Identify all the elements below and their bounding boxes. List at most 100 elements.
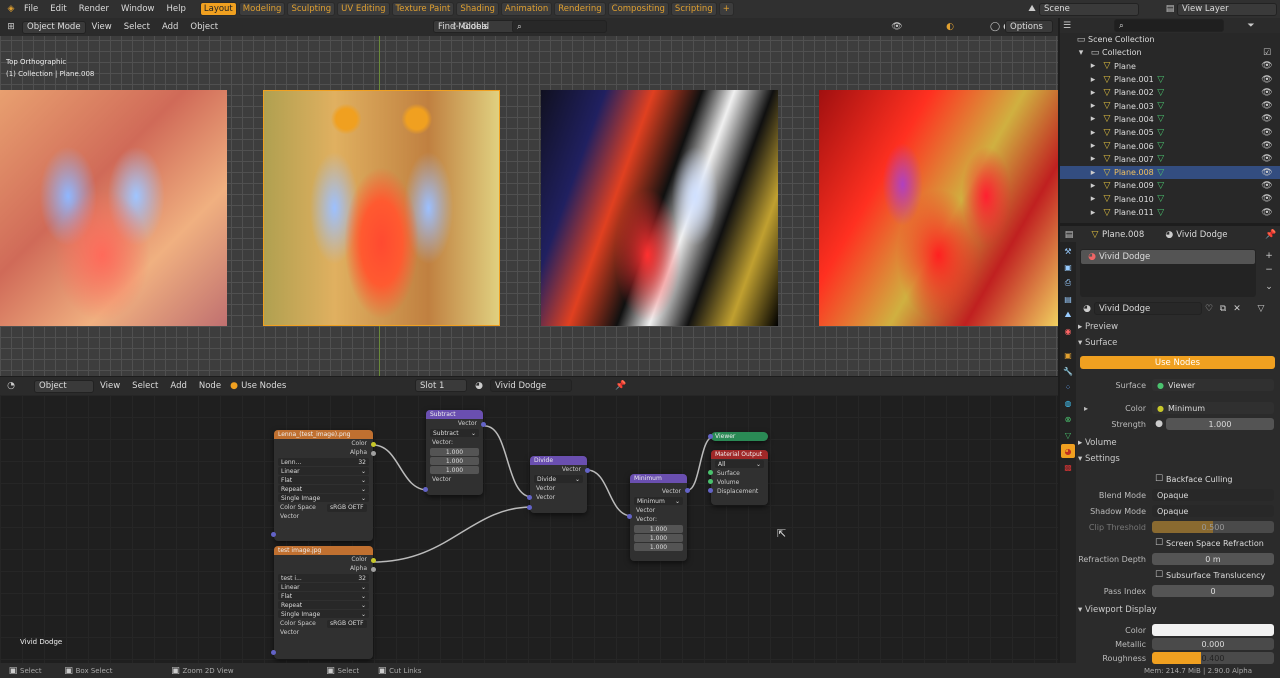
vector-math-minimum-node[interactable]: Minimum Vector Minimum ⌄ Vector Vector: 1… [627, 474, 690, 561]
image-texture-node-test[interactable]: test image.jpg Color Alpha test i... 32 L… [271, 546, 376, 659]
material-browse-icon[interactable]: ◕ [472, 379, 486, 393]
unlink-icon[interactable]: ✕ [1230, 302, 1244, 316]
tab-texture-paint[interactable]: Texture Paint [391, 2, 455, 16]
metallic-slider[interactable]: 0.000 [1152, 638, 1274, 650]
viewport-color-swatch[interactable] [1152, 624, 1274, 636]
add-workspace-button[interactable]: + [718, 2, 734, 16]
node-menu-add[interactable]: Add [164, 381, 192, 391]
blend-mode-dropdown[interactable]: Opaque [1152, 489, 1274, 501]
overlay-icon[interactable]: ◐ [943, 20, 957, 34]
output-tab-icon[interactable]: ⎙ [1061, 276, 1075, 290]
plane-image-2[interactable] [263, 90, 500, 326]
menu-help[interactable]: Help [160, 4, 191, 14]
clip-threshold-slider[interactable]: 0.500 [1152, 521, 1274, 533]
color-space-dropdown[interactable]: sRGB OETF [327, 503, 367, 512]
expand-arrow-icon[interactable]: ▸ [1086, 206, 1100, 220]
node-menu-view[interactable]: View [94, 381, 126, 391]
vector-input-socket[interactable] [271, 532, 276, 537]
material-datablock-field[interactable]: Vivid Dodge [1094, 302, 1202, 315]
render-tab-icon[interactable]: ▣ [1061, 260, 1075, 274]
tab-uv-editing[interactable]: UV Editing [337, 2, 390, 16]
menu-file[interactable]: File [18, 4, 44, 14]
vector-input-socket[interactable] [423, 487, 428, 492]
tab-animation[interactable]: Animation [500, 2, 553, 16]
source-dropdown[interactable]: Single Image ⌄ [278, 610, 369, 618]
pass-index-field[interactable]: 0 [1152, 585, 1274, 597]
modifier-tab-icon[interactable]: 🔧 [1061, 364, 1075, 378]
outliner-collection[interactable]: ▾ ▭ Collection ☑ [1060, 46, 1280, 59]
eye-icon[interactable]: 👁 [1260, 192, 1274, 206]
transform-orientation[interactable]: ⊹ Global [448, 20, 489, 34]
link-dropdown-icon[interactable]: ▽ [1254, 302, 1268, 316]
vector-math-divide-node[interactable]: Divide Vector Divide ⌄ Vector Vector [527, 456, 590, 513]
color-output-socket[interactable] [371, 558, 376, 563]
projection-dropdown[interactable]: Flat ⌄ [278, 592, 369, 600]
node-object-selector[interactable]: Object [34, 379, 94, 393]
outliner-item[interactable]: ▸ ▽ Plane.004 ▽ 👁 [1060, 113, 1280, 126]
vector-z-field[interactable]: 1.000 [430, 466, 479, 474]
slot-menu-icon[interactable]: ⌄ [1262, 280, 1276, 294]
tab-modeling[interactable]: Modeling [238, 2, 286, 16]
volume-panel-header[interactable]: ▸ Volume [1078, 438, 1117, 448]
image-datablock[interactable]: test i... 32 [278, 574, 369, 582]
outliner-item[interactable]: ▸ ▽ Plane.011 ▽ 👁 [1060, 206, 1280, 219]
expand-arrow-icon[interactable]: ▸ [1086, 166, 1100, 180]
expand-arrow-icon[interactable]: ▸ [1086, 73, 1100, 87]
menu-edit[interactable]: Edit [44, 4, 72, 14]
operation-dropdown[interactable]: Minimum ⌄ [634, 497, 683, 505]
eye-icon[interactable]: 👁 [1260, 73, 1274, 87]
vector-output-socket[interactable] [481, 422, 486, 427]
tab-layout[interactable]: Layout [199, 2, 237, 16]
eye-icon[interactable]: 👁 [1260, 139, 1274, 153]
node-canvas[interactable]: Lenna_(test_image).png Color Alpha Lenn.… [0, 395, 1058, 663]
vector-input-socket-1[interactable] [527, 495, 532, 500]
preview-panel-header[interactable]: ▸ Preview [1078, 322, 1118, 332]
material-slot-list[interactable]: ◕ Vivid Dodge [1080, 249, 1256, 297]
duplicate-icon[interactable]: ⧉ [1216, 302, 1230, 316]
eye-icon[interactable]: 👁 [1260, 59, 1274, 73]
vector-x-field[interactable]: 1.000 [634, 525, 683, 533]
extension-dropdown[interactable]: Repeat ⌄ [278, 485, 369, 493]
vector-input-socket[interactable] [627, 514, 632, 519]
expand-arrow-icon[interactable]: ▸ [1084, 404, 1088, 413]
expand-arrow-icon[interactable]: ▸ [1086, 139, 1100, 153]
strength-field[interactable]: 1.000 [1166, 418, 1274, 430]
displacement-input-socket[interactable] [708, 488, 713, 493]
image-datablock[interactable]: Lenn... 32 [278, 458, 369, 466]
constraints-tab-icon[interactable]: ⊗ [1061, 412, 1075, 426]
scene-selector[interactable]: Scene [1039, 2, 1139, 16]
expand-arrow-icon[interactable]: ▸ [1086, 86, 1100, 100]
viewport-menu-view[interactable]: View [86, 22, 118, 32]
operation-dropdown[interactable]: Divide ⌄ [534, 475, 583, 483]
expand-arrow-icon[interactable]: ▸ [1086, 152, 1100, 166]
outliner-item[interactable]: ▸ ▽ Plane.005 ▽ 👁 [1060, 126, 1280, 139]
pin-icon[interactable]: 📌 [1264, 228, 1278, 242]
mode-selector[interactable]: Object Mode [22, 20, 86, 34]
use-nodes-button[interactable]: Use Nodes [1080, 356, 1275, 369]
eye-icon[interactable]: 👁 [1260, 166, 1274, 180]
material-name-field[interactable]: Vivid Dodge [490, 379, 572, 392]
ssr-checkbox[interactable]: ☐ [1152, 536, 1166, 550]
data-tab-icon[interactable]: ▽ [1061, 428, 1075, 442]
tab-compositing[interactable]: Compositing [607, 2, 669, 16]
viewport-search-input[interactable]: ⌕ [512, 20, 607, 33]
vector-y-field[interactable]: 1.000 [634, 534, 683, 542]
expand-arrow-icon[interactable]: ▾ [1074, 46, 1088, 60]
vector-x-field[interactable]: 1.000 [430, 448, 479, 456]
tab-rendering[interactable]: Rendering [554, 2, 606, 16]
expand-arrow-icon[interactable]: ▸ [1086, 59, 1100, 73]
object-tab-icon[interactable]: ▣ [1061, 348, 1075, 362]
vector-output-socket[interactable] [585, 468, 590, 473]
alpha-output-socket[interactable] [371, 451, 376, 456]
outliner-item[interactable]: ▸ ▽ Plane.007 ▽ 👁 [1060, 153, 1280, 166]
visibility-icon[interactable]: 👁 [890, 20, 904, 34]
blender-logo-icon[interactable]: ◈ [4, 2, 18, 16]
view-layer-selector[interactable]: View Layer [1177, 2, 1277, 16]
world-tab-icon[interactable]: ◉ [1061, 324, 1075, 338]
tab-scripting[interactable]: Scripting [670, 2, 717, 16]
color-link-field[interactable]: ● Minimum [1152, 402, 1274, 414]
material-output-node[interactable]: Material Output All ⌄ Surface Volume Disp… [708, 450, 768, 505]
outliner-type-icon[interactable]: ☰ [1060, 19, 1074, 33]
surface-panel-header[interactable]: ▾ Surface [1078, 338, 1117, 348]
view-layer-tab-icon[interactable]: ▤ [1061, 292, 1075, 306]
